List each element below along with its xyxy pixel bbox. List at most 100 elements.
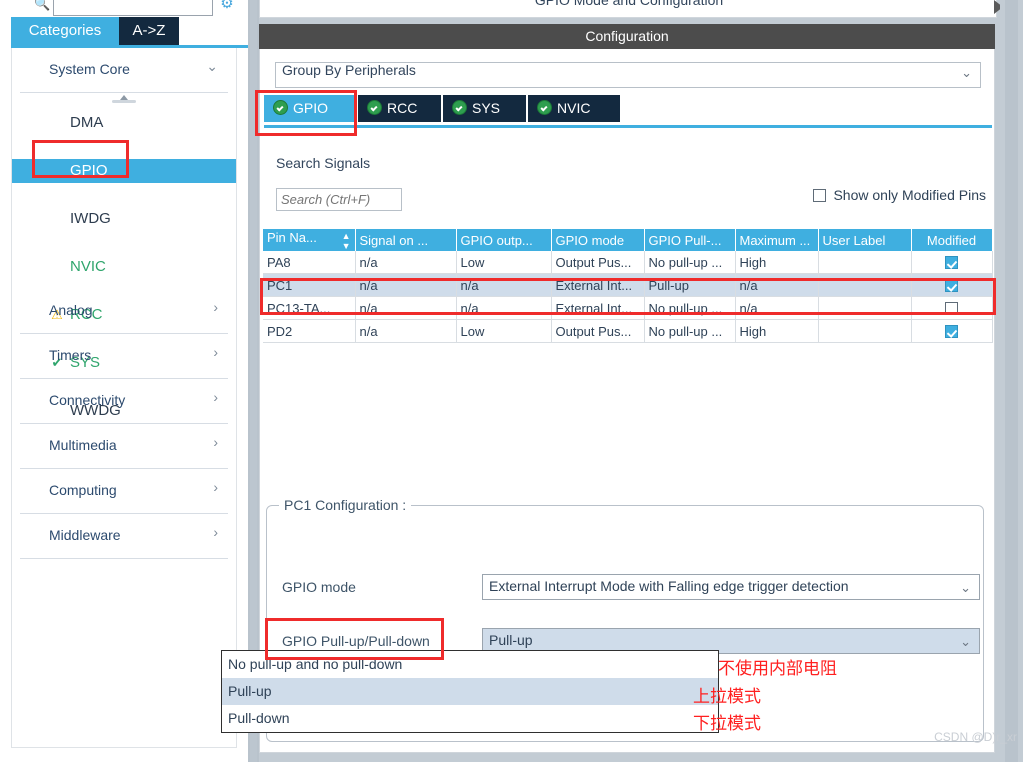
cell-signal: n/a — [355, 273, 457, 297]
list-splitter-handle[interactable] — [112, 95, 136, 106]
checkbox-label: Show only Modified Pins — [833, 187, 986, 203]
sidebar-item-label: IWDG — [70, 210, 111, 227]
table-row[interactable]: PC1 n/a n/a External Int... Pull-up n/a — [263, 273, 993, 297]
tab-nvic[interactable]: NVIC — [528, 95, 620, 122]
sidebar-group-multimedia[interactable]: Multimedia › — [20, 424, 228, 469]
window-right-scrollbar[interactable] — [1000, 0, 1023, 762]
sidebar-group-system-core[interactable]: System Core ⌄ — [20, 48, 228, 93]
status-ok-icon — [537, 100, 552, 115]
sidebar-item-iwdg[interactable]: IWDG — [12, 207, 236, 231]
column-header-pin-name[interactable]: Pin Na... ▲ ▼ — [263, 229, 356, 251]
column-header-gpio-pull[interactable]: GPIO Pull-... — [644, 229, 736, 251]
sidebar-item-nvic[interactable]: NVIC — [12, 255, 236, 279]
table-row[interactable]: PC13-TA... n/a n/a External Int... No pu… — [263, 296, 993, 320]
sidebar-item-dma[interactable]: DMA — [12, 111, 236, 135]
cell-output: n/a — [456, 296, 552, 320]
status-ok-icon — [452, 100, 467, 115]
cell-mode: Output Pus... — [551, 319, 645, 343]
sidebar-group-analog[interactable]: Analog › — [20, 289, 228, 334]
annotation-cn-no-pull: 不使用内部电阻 — [718, 659, 837, 679]
column-header-modified[interactable]: Modified — [911, 229, 993, 251]
dropdown-option-pull-down[interactable]: Pull-down — [222, 705, 718, 732]
column-header-signal-on[interactable]: Signal on ... — [355, 229, 457, 251]
chevron-right-icon: › — [213, 479, 218, 495]
configuration-body: Group By Peripherals ⌄ GPIO RCC SYS NVIC… — [259, 49, 995, 753]
sidebar-group-label: Analog — [49, 302, 93, 318]
tab-label: RCC — [387, 100, 418, 116]
chevron-down-icon: ⌄ — [961, 65, 972, 80]
sidebar-group-label: Multimedia — [49, 437, 117, 453]
tab-categories[interactable]: Categories — [11, 17, 119, 45]
tab-rcc[interactable]: RCC — [358, 95, 443, 122]
gpio-pull-value: Pull-up — [489, 632, 533, 648]
cell-signal: n/a — [355, 251, 457, 274]
search-icon[interactable]: 🔍 — [34, 0, 50, 11]
column-header-user-label[interactable]: User Label — [818, 229, 912, 251]
sidebar-item-label: DMA — [70, 114, 104, 131]
gear-icon[interactable]: ⚙ — [218, 0, 236, 13]
table-row[interactable]: PD2 n/a Low Output Pus... No pull-up ...… — [263, 319, 993, 343]
cell-pin-name: PA8 — [263, 251, 356, 274]
sidebar-item-label: GPIO — [70, 162, 108, 179]
cell-maximum: High — [735, 319, 819, 343]
table-row[interactable]: PA8 n/a Low Output Pus... No pull-up ...… — [263, 251, 993, 274]
sidebar-group-label: Connectivity — [49, 392, 126, 408]
sidebar-group-middleware[interactable]: Middleware › — [20, 514, 228, 559]
sidebar-group-timers[interactable]: Timers › — [20, 334, 228, 379]
cell-modified[interactable] — [911, 296, 993, 320]
tab-a-to-z[interactable]: A->Z — [119, 17, 179, 45]
column-header-maximum[interactable]: Maximum ... — [735, 229, 819, 251]
dropdown-option-no-pull[interactable]: No pull-up and no pull-down — [222, 651, 718, 678]
tab-sys[interactable]: SYS — [443, 95, 528, 122]
search-signals-input[interactable] — [276, 188, 402, 211]
cell-signal: n/a — [355, 319, 457, 343]
cell-mode: Output Pus... — [551, 251, 645, 274]
watermark: CSDN @D)r_xr — [934, 730, 1017, 744]
checkbox-icon — [945, 278, 958, 292]
column-header-gpio-output[interactable]: GPIO outp... — [456, 229, 552, 251]
chevron-right-icon: › — [213, 299, 218, 315]
checkbox-icon — [945, 255, 958, 269]
cell-modified[interactable] — [911, 319, 993, 343]
configuration-header: Configuration — [259, 24, 995, 49]
group-by-dropdown[interactable]: Group By Peripherals ⌄ — [275, 62, 981, 88]
show-only-modified-pins-checkbox[interactable]: Show only Modified Pins — [813, 187, 986, 207]
cell-user-label — [818, 273, 912, 297]
panel-splitter[interactable] — [248, 0, 259, 762]
cell-signal: n/a — [355, 296, 457, 320]
dropdown-option-pull-up[interactable]: Pull-up — [222, 678, 718, 705]
search-signals-label: Search Signals — [276, 155, 371, 171]
chevron-right-icon: › — [213, 524, 218, 540]
chevron-down-icon: ⌄ — [206, 58, 218, 74]
tab-gpio[interactable]: GPIO — [264, 95, 358, 122]
window-title: GPIO Mode and Configuration — [534, 0, 724, 8]
chevron-right-icon: › — [213, 389, 218, 405]
chevron-down-icon: ⌄ — [960, 580, 971, 595]
sidebar-item-gpio[interactable]: GPIO — [12, 159, 236, 183]
checkbox-icon — [945, 324, 958, 338]
sidebar-search-input[interactable] — [53, 0, 213, 16]
gpio-mode-dropdown[interactable]: External Interrupt Mode with Falling edg… — [482, 574, 980, 600]
cell-modified[interactable] — [911, 273, 993, 297]
column-label: Pin Na... — [267, 229, 317, 245]
cell-mode: External Int... — [551, 273, 645, 297]
field-gpio-mode: GPIO mode External Interrupt Mode with F… — [267, 574, 985, 604]
sidebar-group-connectivity[interactable]: Connectivity › — [20, 379, 228, 424]
pin-configuration-table: Pin Na... ▲ ▼ Signal on ... GPIO outp... G… — [263, 229, 993, 343]
cell-maximum: High — [735, 251, 819, 274]
cell-output: n/a — [456, 273, 552, 297]
cell-user-label — [818, 251, 912, 274]
sidebar-group-label: Middleware — [49, 527, 121, 543]
tab-label: NVIC — [557, 100, 591, 116]
cell-user-label — [818, 319, 912, 343]
sidebar-group-label: Timers — [49, 347, 92, 363]
sidebar-group-computing[interactable]: Computing › — [20, 469, 228, 514]
cell-modified[interactable] — [911, 251, 993, 274]
chevron-right-icon: › — [213, 344, 218, 360]
field-label: GPIO mode — [282, 579, 356, 595]
categories-panel: System Core ⌄ DMA GPIO IWDG NVIC ⚠ RCC ✔… — [11, 48, 237, 748]
column-header-gpio-mode[interactable]: GPIO mode — [551, 229, 645, 251]
pin-configuration-legend: PC1 Configuration : — [279, 497, 412, 513]
cell-maximum: n/a — [735, 296, 819, 320]
checkbox-icon — [813, 189, 827, 202]
